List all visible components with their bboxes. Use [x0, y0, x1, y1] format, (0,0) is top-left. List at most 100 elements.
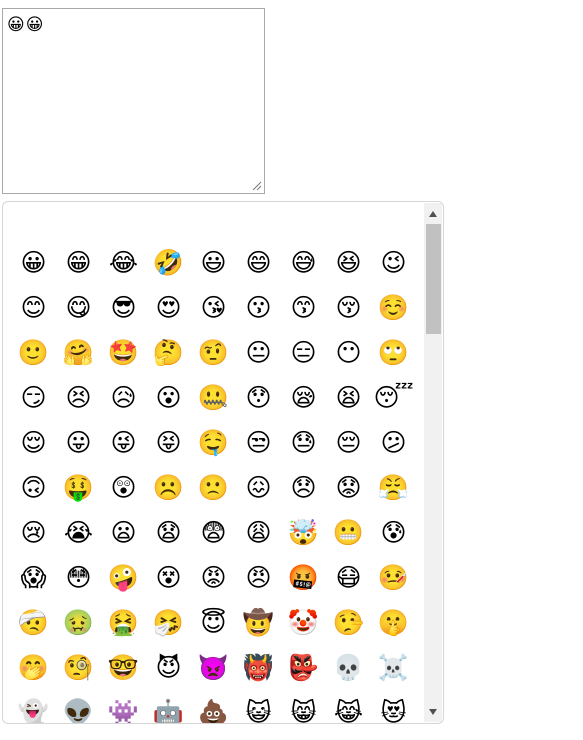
emoji-option[interactable]: 😏 — [11, 375, 56, 420]
emoji-option[interactable]: 💀 — [326, 645, 371, 690]
emoji-option[interactable]: 🤨 — [191, 330, 236, 375]
emoji-option[interactable]: 🤢 — [56, 600, 101, 645]
resize-handle-icon[interactable] — [252, 181, 262, 191]
emoji-option[interactable]: 👹 — [236, 645, 281, 690]
emoji-option[interactable]: 🤠 — [236, 600, 281, 645]
emoji-option[interactable]: 🤥 — [326, 600, 371, 645]
emoji-option[interactable]: 👺 — [281, 645, 326, 690]
emoji-option[interactable]: 😜 — [101, 420, 146, 465]
emoji-option[interactable]: 😺 — [236, 690, 281, 723]
emoji-option[interactable]: 😷 — [326, 555, 371, 600]
emoji-option[interactable]: 🙁 — [191, 465, 236, 510]
emoji-option[interactable]: 🙄 — [371, 330, 416, 375]
emoji-option[interactable]: 😡 — [191, 555, 236, 600]
emoji-option[interactable]: 😌 — [11, 420, 56, 465]
emoji-option[interactable]: 😱 — [11, 555, 56, 600]
emoji-option[interactable]: 👿 — [191, 645, 236, 690]
emoji-option[interactable]: 😞 — [281, 465, 326, 510]
emoji-option[interactable]: 😻 — [371, 690, 416, 723]
emoji-option[interactable]: 🤬 — [281, 555, 326, 600]
emoji-option[interactable]: 😫 — [326, 375, 371, 420]
emoji-option[interactable]: 😎 — [101, 285, 146, 330]
emoji-option[interactable]: 😐 — [236, 330, 281, 375]
emoji-option[interactable]: ☠️ — [371, 645, 416, 690]
emoji-option[interactable]: 😤 — [371, 465, 416, 510]
emoji-option[interactable]: 😩 — [236, 510, 281, 555]
emoji-option[interactable]: 😝 — [146, 420, 191, 465]
emoji-option[interactable]: 😃 — [191, 240, 236, 285]
emoji-option[interactable]: 🤤 — [191, 420, 236, 465]
emoji-option[interactable]: 😕 — [371, 420, 416, 465]
emoji-option[interactable]: 😆 — [326, 240, 371, 285]
emoji-option[interactable]: 😁 — [56, 240, 101, 285]
scroll-down-icon[interactable] — [424, 703, 442, 720]
emoji-option[interactable]: 😉 — [371, 240, 416, 285]
emoji-option[interactable]: 🤭 — [11, 645, 56, 690]
emoji-option[interactable]: 😟 — [326, 465, 371, 510]
emoji-option[interactable]: 😧 — [146, 510, 191, 555]
emoji-option[interactable]: ☹️ — [146, 465, 191, 510]
emoji-option[interactable]: 😈 — [146, 645, 191, 690]
emoji-option[interactable]: 🤕 — [11, 600, 56, 645]
emoji-option[interactable]: 😮 — [146, 375, 191, 420]
emoji-option[interactable]: 😂 — [101, 240, 146, 285]
emoji-option[interactable]: 😸 — [281, 690, 326, 723]
emoji-option[interactable]: 😳 — [56, 555, 101, 600]
emoji-option[interactable]: 😵 — [146, 555, 191, 600]
emoji-option[interactable]: 😛 — [56, 420, 101, 465]
emoji-option[interactable]: 😋 — [56, 285, 101, 330]
emoji-option[interactable]: 😀 — [11, 240, 56, 285]
emoji-option[interactable]: 😶 — [326, 330, 371, 375]
emoji-option[interactable]: 🤐 — [191, 375, 236, 420]
emoji-option[interactable]: 🤖 — [146, 690, 191, 723]
emoji-option[interactable]: 😯 — [236, 375, 281, 420]
emoji-option[interactable]: 😨 — [191, 510, 236, 555]
emoji-option[interactable]: 🤡 — [281, 600, 326, 645]
emoji-option[interactable]: 😴 — [371, 375, 416, 420]
emoji-option[interactable]: 🤧 — [146, 600, 191, 645]
emoji-option[interactable]: 😚 — [326, 285, 371, 330]
emoji-option[interactable]: 🤗 — [56, 330, 101, 375]
emoji-option[interactable]: 😢 — [11, 510, 56, 555]
emoji-option[interactable]: 🤫 — [371, 600, 416, 645]
emoji-option[interactable]: 🤮 — [101, 600, 146, 645]
emoji-option[interactable]: 😬 — [326, 510, 371, 555]
emoji-option[interactable]: 😥 — [101, 375, 146, 420]
emoji-option[interactable]: 🤑 — [56, 465, 101, 510]
emoji-option[interactable]: 🤯 — [281, 510, 326, 555]
emoji-option[interactable]: 👽 — [56, 690, 101, 723]
emoji-option[interactable]: 😦 — [101, 510, 146, 555]
emoji-option[interactable]: 🤒 — [371, 555, 416, 600]
emoji-option[interactable]: 😊 — [11, 285, 56, 330]
emoji-option[interactable]: 😅 — [281, 240, 326, 285]
scroll-thumb[interactable] — [426, 224, 441, 334]
emoji-option[interactable]: 😰 — [371, 510, 416, 555]
emoji-option[interactable]: 🤩 — [101, 330, 146, 375]
emoji-option[interactable]: 💩 — [191, 690, 236, 723]
emoji-option[interactable]: 😘 — [191, 285, 236, 330]
emoji-option[interactable]: 😲 — [101, 465, 146, 510]
emoji-option[interactable]: 😑 — [281, 330, 326, 375]
emoji-option[interactable]: ☺️ — [371, 285, 416, 330]
scrollbar[interactable] — [424, 203, 442, 722]
emoji-option[interactable]: 😠 — [236, 555, 281, 600]
emoji-option[interactable]: 🤓 — [101, 645, 146, 690]
emoji-option[interactable]: 😇 — [191, 600, 236, 645]
emoji-option[interactable]: 😓 — [281, 420, 326, 465]
emoji-option[interactable]: 😔 — [326, 420, 371, 465]
emoji-option[interactable]: 😗 — [236, 285, 281, 330]
emoji-option[interactable]: 😪 — [281, 375, 326, 420]
emoji-option[interactable]: 🙂 — [11, 330, 56, 375]
emoji-option[interactable]: 😹 — [326, 690, 371, 723]
emoji-option[interactable]: 😒 — [236, 420, 281, 465]
emoji-option[interactable]: 😭 — [56, 510, 101, 555]
emoji-option[interactable]: 🤔 — [146, 330, 191, 375]
emoji-option[interactable]: 😄 — [236, 240, 281, 285]
emoji-textarea[interactable]: 😀😀 — [2, 8, 265, 194]
emoji-option[interactable]: 😖 — [236, 465, 281, 510]
emoji-option[interactable]: 😣 — [56, 375, 101, 420]
emoji-option[interactable]: 😍 — [146, 285, 191, 330]
emoji-option[interactable]: 🧐 — [56, 645, 101, 690]
emoji-option[interactable]: 🤣 — [146, 240, 191, 285]
emoji-option[interactable]: 🤪 — [101, 555, 146, 600]
